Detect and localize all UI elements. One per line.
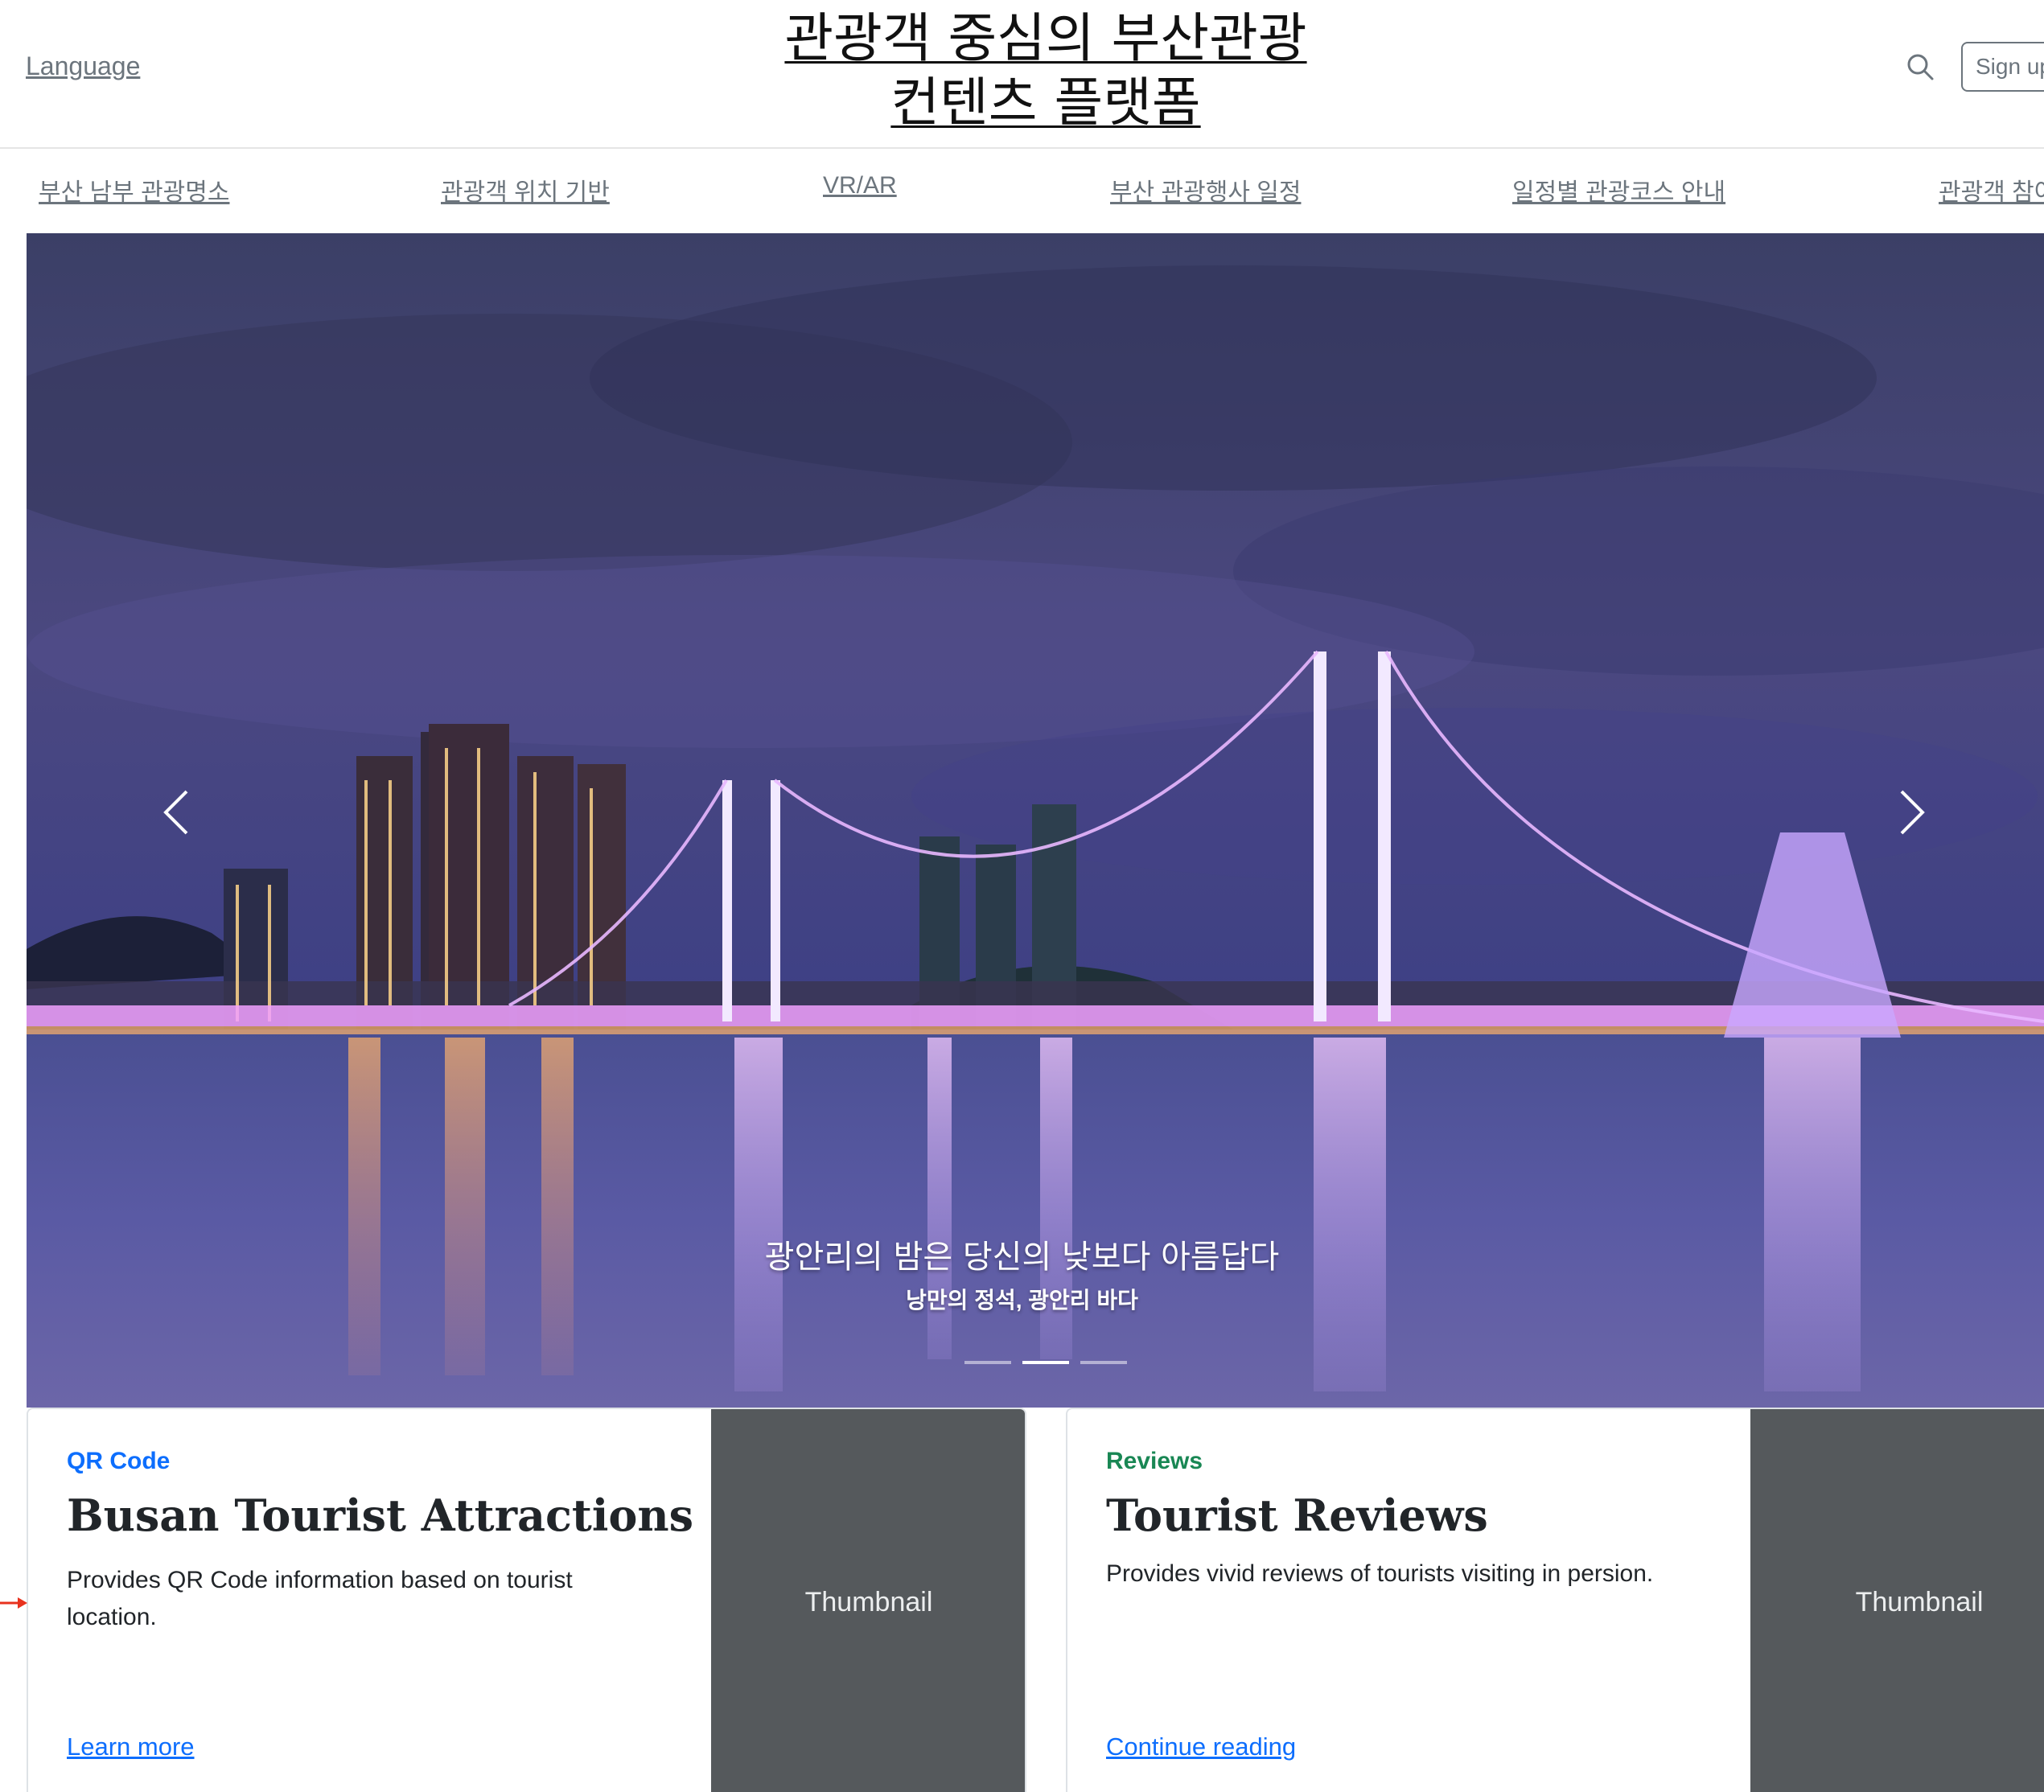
card-thumbnail: Thumbnail — [711, 1409, 1025, 1792]
carousel-caption-title: 광안리의 밤은 당신의 낮보다 아름답다 — [764, 1239, 1280, 1276]
search-icon[interactable] — [1905, 51, 1937, 84]
nav-item-tourist-participation[interactable]: 관광객 참여 — [1939, 172, 2044, 208]
site-title[interactable]: 관광객 중심의 부산관광 컨텐츠 플랫폼 — [724, 6, 1367, 135]
carousel-indicator-3[interactable] — [1080, 1361, 1127, 1364]
annotation-arrow-icon — [0, 1597, 27, 1609]
chevron-right-icon[interactable] — [1887, 780, 1935, 845]
nav-item-event-schedule[interactable]: 부산 관광행사 일정 — [1110, 172, 1301, 208]
card-category: Reviews — [1106, 1448, 1203, 1474]
nav-item-location-based[interactable]: 관광객 위치 기반 — [441, 172, 610, 208]
card-title: Busan Tourist Attractions — [67, 1490, 694, 1541]
site-title-line2: 컨텐츠 플랫폼 — [890, 72, 1201, 134]
learn-more-link[interactable]: Learn more — [67, 1732, 195, 1761]
continue-reading-link[interactable]: Continue reading — [1106, 1732, 1296, 1761]
sign-up-button[interactable]: Sign up — [1961, 42, 2044, 92]
feature-card-reviews: Reviews Tourist Reviews Provides vivid r… — [1066, 1408, 2044, 1792]
carousel-indicator-1[interactable] — [964, 1361, 1011, 1364]
carousel-caption-subtitle: 낭만의 정석, 광안리 바다 — [906, 1288, 1138, 1313]
site-title-line1: 관광객 중심의 부산관광 — [784, 7, 1307, 69]
card-thumbnail: Thumbnail — [1750, 1409, 2044, 1792]
card-title: Tourist Reviews — [1106, 1490, 1488, 1541]
page: Language 관광객 중심의 부산관광 컨텐츠 플랫폼 Sign up 부산… — [0, 0, 2044, 1792]
site-header: Language 관광객 중심의 부산관광 컨텐츠 플랫폼 Sign up — [0, 0, 2044, 149]
chevron-left-icon[interactable] — [153, 780, 201, 845]
card-text: Provides QR Code information based on to… — [67, 1567, 573, 1630]
card-category: QR Code — [67, 1448, 171, 1474]
card-text: Provides vivid reviews of tourists visit… — [1106, 1560, 1654, 1587]
language-link[interactable]: Language — [26, 51, 140, 81]
nav-item-course-guide[interactable]: 일정별 관광코스 안내 — [1512, 172, 1725, 208]
nav-item-vr-ar[interactable]: VR/AR — [823, 172, 897, 199]
feature-card-qr-code: QR Code Busan Tourist Attractions Provid… — [27, 1408, 1026, 1792]
carousel-indicator-2[interactable] — [1022, 1361, 1069, 1364]
main-nav: 부산 남부 관광명소 관광객 위치 기반 VR/AR 부산 관광행사 일정 일정… — [0, 150, 2044, 233]
carousel-indicators — [964, 1361, 1127, 1369]
nav-item-south-attractions[interactable]: 부산 남부 관광명소 — [39, 172, 229, 208]
